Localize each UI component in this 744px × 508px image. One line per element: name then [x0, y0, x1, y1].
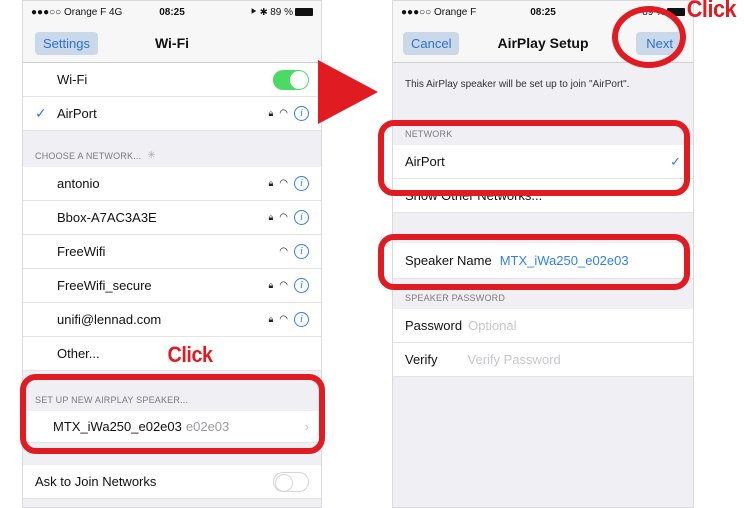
info-icon[interactable]: i [294, 278, 309, 293]
info-icon[interactable]: i [294, 210, 309, 225]
click-annotation-left: Click [167, 342, 214, 367]
checkmark-icon: ✓ [35, 105, 47, 121]
ask-to-join-row: Ask to Join Networks [23, 465, 321, 499]
cancel-button[interactable]: Cancel [403, 32, 460, 55]
settings-back-button[interactable]: Settings [35, 32, 98, 55]
info-icon[interactable]: i [294, 176, 309, 191]
highlight-airplay-speaker [20, 374, 325, 454]
network-row[interactable]: FreeWifi ◠ i [23, 235, 321, 269]
network-name: AirPort [57, 106, 97, 121]
section-title: CHOOSE A NETWORK... [35, 151, 142, 161]
network-name: FreeWifi [57, 244, 106, 259]
lock-icon: 🔒︎ [268, 212, 274, 222]
info-icon[interactable]: i [294, 106, 309, 121]
wifi-signal-icon: ◠ [279, 314, 288, 325]
highlight-speaker-name [378, 234, 690, 290]
verify-password-field[interactable]: Verify Password [468, 352, 561, 367]
intro-text: This AirPlay speaker will be set up to j… [393, 63, 693, 115]
network-row[interactable]: FreeWifi_secure 🔒︎ ◠ i [23, 269, 321, 303]
lock-icon: 🔒︎ [268, 178, 274, 188]
verify-row: Verify Verify Password [393, 343, 693, 377]
battery-label: ⯈ ✱ 89 % [249, 6, 293, 18]
current-network-row[interactable]: ✓ AirPort 🔒︎ ◠ i [23, 97, 321, 131]
lock-icon: 🔒︎ [268, 108, 274, 118]
highlight-next-button [612, 6, 686, 68]
clock: 08:25 [159, 6, 185, 18]
page-title: Wi-Fi [154, 34, 190, 51]
wifi-toggle[interactable] [273, 69, 309, 90]
lock-icon: 🔒︎ [268, 280, 274, 290]
status-bar: ●●●○○ Orange F 4G 08:25 ⯈ ✱ 89 % [23, 1, 321, 23]
network-row[interactable]: unifi@lennad.com 🔒︎ ◠ i [23, 303, 321, 337]
highlight-network [378, 120, 690, 196]
network-name: unifi@lennad.com [57, 312, 162, 327]
network-name: antonio [57, 176, 100, 191]
battery-icon [295, 7, 313, 16]
wifi-signal-icon: ◠ [279, 178, 288, 189]
section-title: SPEAKER PASSWORD [405, 293, 506, 303]
loading-spinner-icon: ✳ [147, 150, 156, 161]
ask-to-join-toggle[interactable] [273, 471, 309, 492]
wifi-signal-icon: ◠ [279, 108, 288, 119]
carrier-label: ●●●○○ Orange F [401, 6, 477, 18]
wifi-signal-icon: ◠ [279, 246, 288, 257]
click-annotation-right: Click [686, 0, 737, 23]
clock: 08:25 [530, 6, 556, 18]
network-row[interactable]: Bbox-A7AC3A3E 🔒︎ ◠ i [23, 201, 321, 235]
wifi-label: Wi-Fi [57, 72, 88, 87]
page-title: AirPlay Setup [497, 34, 589, 51]
battery-indicator: ⯈ ✱ 89 % [219, 7, 313, 18]
info-icon[interactable]: i [294, 312, 309, 327]
wifi-toggle-row: Wi-Fi [23, 63, 321, 97]
password-label: Password [405, 318, 463, 333]
choose-network-header: CHOOSE A NETWORK... ✳ [23, 131, 321, 167]
wifi-signal-icon: ◠ [279, 280, 288, 291]
lock-icon: 🔒︎ [268, 314, 274, 324]
password-row: Password Optional [393, 309, 693, 343]
verify-label: Verify [405, 352, 438, 367]
nav-bar: Settings Wi-Fi [23, 23, 321, 63]
wifi-signal-icon: ◠ [279, 212, 288, 223]
network-name: Bbox-A7AC3A3E [57, 210, 157, 225]
password-field[interactable]: Optional [468, 318, 516, 333]
arrow-right-icon [318, 60, 378, 124]
carrier-label: ●●●○○ Orange F 4G [31, 6, 123, 18]
info-icon[interactable]: i [294, 244, 309, 259]
ask-to-join-label: Ask to Join Networks [35, 474, 157, 489]
network-row[interactable]: antonio 🔒︎ ◠ i [23, 167, 321, 201]
network-name: FreeWifi_secure [57, 278, 152, 293]
